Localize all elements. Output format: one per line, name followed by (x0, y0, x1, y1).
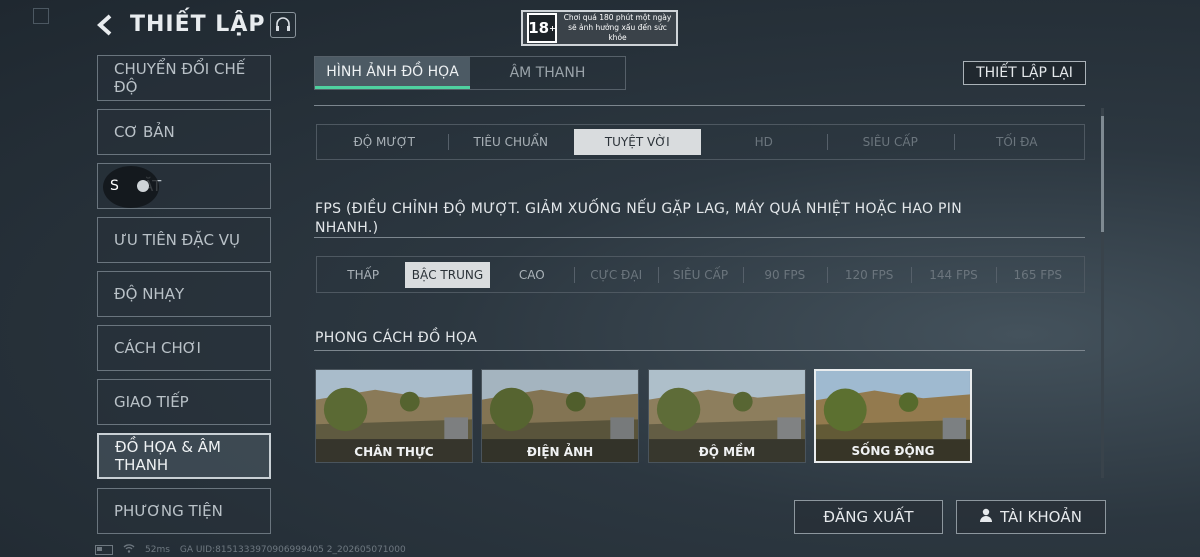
quality-option-disabled: TỐI ĐA (953, 129, 1081, 155)
touch-cursor-letter: S (110, 178, 119, 194)
headset-icon[interactable] (270, 12, 296, 38)
quality-selector: ĐỘ MƯỢT TIÊU CHUẨN TUYỆT VỜI HD SIÊU CẤP… (316, 124, 1085, 160)
sidebar-item-operator-priority[interactable]: ƯU TIÊN ĐẶC VỤ (97, 217, 271, 263)
sidebar-item-label: GIAO TIẾP (114, 393, 189, 411)
fps-option[interactable]: THẤP (321, 262, 405, 288)
sidebar-item-label: CÁCH CHƠI (114, 339, 201, 357)
fps-option-selected[interactable]: BẬC TRUNG (405, 261, 490, 288)
divider (314, 105, 1085, 106)
sidebar-item-sensitivity[interactable]: ĐỘ NHẠY (97, 271, 271, 317)
reset-button[interactable]: THIẾT LẬP LẠI (963, 61, 1086, 85)
tab-graphics[interactable]: HÌNH ẢNH ĐỒ HỌA (315, 57, 470, 89)
style-label: SỐNG ĐỘNG (851, 444, 935, 458)
fps-selector: THẤP BẬC TRUNG CAO CỰC ĐẠI SIÊU CẤP 90 F… (316, 256, 1085, 293)
sidebar-item-gameplay[interactable]: CÁCH CHƠI (97, 325, 271, 371)
back-arrow-icon[interactable] (95, 14, 117, 36)
sidebar-item-communication[interactable]: GIAO TIẾP (97, 379, 271, 425)
sidebar-item-label: ĐỒ HỌA & ÂM THANH (115, 438, 221, 474)
age-rating-number: 18 + (527, 13, 557, 43)
style-card-cinematic[interactable]: ĐIỆN ẢNH (481, 369, 639, 463)
fps-option-disabled: 165 FPS (995, 262, 1080, 288)
quality-option-selected[interactable]: TUYỆT VỜI (574, 129, 701, 155)
status-bar: 52ms GA UID:8151333970906999405 2_202605… (95, 543, 406, 556)
style-card-vivid-selected[interactable]: SỐNG ĐỘNG (814, 369, 972, 463)
corner-box (33, 8, 49, 24)
quality-option[interactable]: TIÊU CHUẨN (447, 129, 575, 155)
sidebar-item-label: ƯU TIÊN ĐẶC VỤ (114, 231, 241, 249)
fps-option[interactable]: CAO (490, 262, 574, 288)
quality-option-disabled: HD (754, 135, 773, 149)
quality-option[interactable]: ĐỘ MƯỢT (321, 129, 448, 155)
sidebar-item-label: PHƯƠNG TIỆN (114, 502, 223, 520)
sidebar-item-graphics-audio[interactable]: ĐỒ HỌA & ÂM THANH (97, 433, 271, 479)
sidebar-item-basic[interactable]: CƠ BẢN (97, 109, 271, 155)
user-uid: GA UID:8151333970906999405 2_20260507100… (179, 544, 406, 555)
divider (314, 350, 1085, 351)
fps-option-disabled: 90 FPS (742, 262, 827, 288)
wifi-icon (123, 543, 135, 556)
fps-label-line2: NHANH.) (315, 220, 379, 236)
fps-option-disabled: SIÊU CẤP (658, 262, 742, 288)
sidebar-item-label: CƠ BẢN (114, 123, 175, 141)
user-icon (980, 508, 993, 526)
fps-option-disabled: 144 FPS (911, 262, 995, 288)
sidebar-item-mode-switch[interactable]: CHUYỂN ĐỔI CHẾ ĐỘ (97, 55, 271, 101)
style-label: CHÂN THỰC (354, 445, 434, 459)
style-label: ĐIỆN ẢNH (526, 445, 594, 459)
touch-cursor-dot-icon (137, 180, 149, 192)
fps-label: FPS (ĐIỀU CHỈNH ĐỘ MƯỢT. GIẢM XUỐNG NẾU … (315, 200, 1075, 238)
age-notice: Chơi quá 180 phút một ngày sẽ ảnh hưởng … (563, 13, 672, 42)
account-label: TÀI KHOẢN (1000, 508, 1082, 526)
settings-tab-bar: HÌNH ẢNH ĐỒ HỌA ÂM THANH (314, 56, 626, 90)
sidebar-item-vehicles[interactable]: PHƯƠNG TIỆN (97, 488, 271, 534)
sidebar-item-label: CHUYỂN ĐỔI CHẾ ĐỘ (114, 60, 246, 96)
quality-option-disabled: SIÊU CẤP (827, 129, 954, 155)
fps-option-disabled: CỰC ĐẠI (573, 262, 658, 288)
page-title: THIẾT LẬP (130, 12, 266, 37)
divider (314, 237, 1085, 238)
battery-icon (95, 544, 113, 555)
sidebar-item-label: ĐỘ NHẠY (114, 285, 185, 303)
style-label: ĐỘ MỀM (698, 445, 756, 459)
style-card-soft[interactable]: ĐỘ MỀM (648, 369, 806, 463)
ping-value: 52ms (145, 544, 170, 555)
logout-button[interactable]: ĐĂNG XUẤT (794, 500, 943, 534)
age-rating-badge: 18 + Chơi quá 180 phút một ngày sẽ ảnh hư… (521, 10, 678, 46)
fps-label-line1: FPS (ĐIỀU CHỈNH ĐỘ MƯỢT. GIẢM XUỐNG NẾU … (315, 201, 962, 217)
tab-audio[interactable]: ÂM THANH (470, 57, 625, 89)
fps-option-disabled: 120 FPS (826, 262, 911, 288)
style-card-realistic[interactable]: CHÂN THỰC (315, 369, 473, 463)
account-button[interactable]: TÀI KHOẢN (956, 500, 1106, 534)
graphic-style-label: PHONG CÁCH ĐỒ HỌA (315, 330, 478, 346)
scrollbar-thumb[interactable] (1101, 116, 1104, 232)
